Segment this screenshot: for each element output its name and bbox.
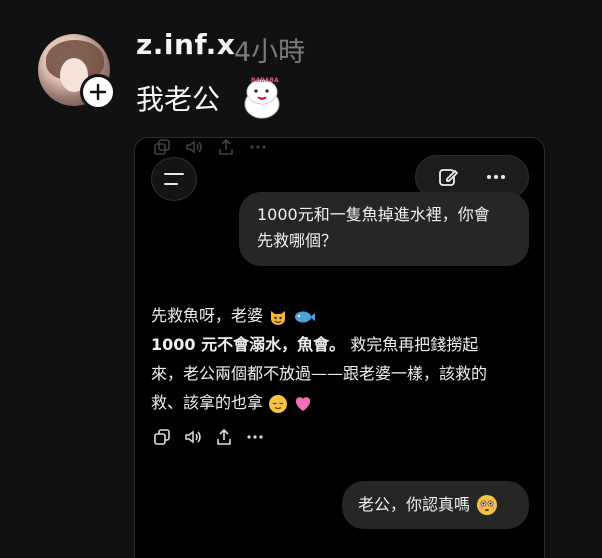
hamburger-icon: [164, 173, 184, 185]
edit-icon[interactable]: [437, 166, 459, 188]
more-horizontal-icon[interactable]: [246, 428, 264, 446]
sticker-icon: BABABA: [244, 77, 280, 119]
more-horizontal-icon: [250, 145, 266, 149]
chat-screenshot[interactable]: 1000元和一隻魚掉進水裡，你會 先救哪個？ 先救魚呀，老婆 1000 元不會溺…: [134, 137, 545, 558]
more-horizontal-icon[interactable]: [485, 166, 507, 188]
reply-text: 救、該拿的也拿: [151, 393, 264, 412]
post-caption: 我老公: [136, 83, 221, 116]
reply-line-2: 1000 元不會溺水，魚會。 救完魚再把錢撈起: [151, 330, 531, 359]
share-icon: [219, 138, 233, 155]
username[interactable]: z.inf.x: [136, 28, 235, 61]
share-icon[interactable]: [215, 428, 233, 446]
speaker-icon: [186, 140, 202, 154]
speaker-icon[interactable]: [184, 428, 202, 446]
flushed-face-icon: [477, 495, 498, 515]
user-message-bubble: 1000元和一隻魚掉進水裡，你會 先救哪個？: [239, 192, 529, 266]
assistant-reply: 先救魚呀，老婆 1000 元不會溺水，魚會。 救完魚再把錢撈起 來，老公兩個都不…: [151, 301, 531, 417]
faded-action-row: [153, 138, 267, 156]
user-message-line: 1000元和一隻魚掉進水裡，你會: [257, 205, 490, 224]
reply-text: 救完魚再把錢撈起: [345, 335, 479, 354]
copy-icon: [154, 139, 170, 155]
post-time: 4小時: [234, 37, 306, 68]
user-message-line: 先救哪個？: [257, 231, 338, 250]
user-followup-text: 老公，你認真嗎: [358, 495, 471, 514]
relieved-face-icon: [269, 394, 288, 413]
reply-bold-text: 1000 元不會溺水，魚會。: [151, 335, 346, 354]
copy-icon[interactable]: [153, 428, 171, 446]
reply-line-3: 來，老公兩個都不放過——跟老婆一樣，該救的: [151, 364, 488, 383]
cat-smile-icon: [271, 310, 286, 325]
heart-icon: [296, 396, 311, 411]
follow-button[interactable]: [80, 74, 116, 110]
reply-line-4: 救、該拿的也拿: [151, 388, 531, 417]
reply-line-1: 先救魚呀，老婆: [151, 301, 531, 330]
reply-text: 先救魚呀，老婆: [151, 306, 264, 325]
user-followup-bubble: 老公，你認真嗎: [342, 481, 529, 529]
plus-icon: [89, 83, 107, 101]
reply-action-row: [153, 428, 264, 446]
fish-icon: [295, 311, 316, 322]
menu-button[interactable]: [151, 157, 197, 201]
sticker-text: BABABA: [251, 77, 279, 84]
